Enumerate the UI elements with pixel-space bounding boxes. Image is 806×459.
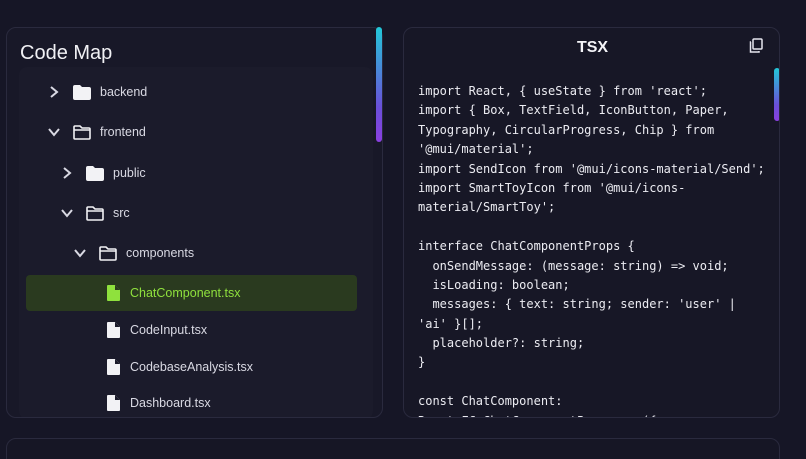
folder-filled-icon — [73, 84, 91, 100]
code-line: import React, { useState } from 'react'; — [418, 84, 707, 98]
code-line: 'ai' }[]; — [418, 316, 484, 331]
tree-item-components[interactable]: components — [73, 235, 194, 271]
tree-item-src[interactable]: src — [60, 195, 130, 231]
folder-filled-icon — [86, 165, 104, 181]
code-line: React.FC<ChatComponentProps> = ({ — [418, 412, 764, 417]
code-line: interface ChatComponentProps { — [418, 239, 635, 254]
copy-button[interactable] — [748, 38, 764, 58]
code-line: import { Box, TextField, IconButton, Pap… — [418, 103, 729, 118]
tree-item-label: CodebaseAnalysis.tsx — [130, 360, 253, 374]
tree-item-label: ChatComponent.tsx — [130, 286, 241, 300]
code-block: import React, { useState } from 'react';… — [418, 82, 765, 417]
chevron-right-icon[interactable] — [47, 85, 61, 99]
code-line: isLoading: boolean; — [418, 277, 570, 292]
tree-item-backend[interactable]: backend — [47, 74, 147, 110]
tree-item-label: src — [113, 206, 130, 220]
copy-icon[interactable] — [749, 38, 763, 58]
tree-item-label: backend — [100, 85, 148, 99]
code-line: placeholder?: string; — [418, 336, 585, 351]
code-line: '@mui/material'; — [418, 142, 534, 157]
code-language-title: TSX — [576, 39, 609, 56]
tree-item-label: CodeInput.tsx — [130, 323, 208, 337]
code-map-title: Code Map — [20, 42, 113, 64]
tree-item-label: Dashboard.tsx — [130, 396, 211, 410]
file-icon — [106, 285, 120, 301]
file-icon — [106, 322, 120, 338]
bottom-panel — [6, 438, 780, 459]
tree-item-label: public — [113, 166, 146, 180]
code-line: onSendMessage: (message: string) => void… — [418, 258, 729, 273]
code-line: messages: { text: string; sender: 'user'… — [418, 297, 736, 312]
tree-item-codeinput[interactable]: CodeInput.tsx — [106, 312, 207, 348]
chevron-down-icon[interactable] — [73, 246, 87, 260]
code-view-panel: TSX import React, { useState } from 'rea… — [403, 27, 780, 418]
code-line: const ChatComponent: — [418, 394, 563, 409]
chevron-down-icon[interactable] — [60, 206, 74, 220]
tree-item-frontend[interactable]: frontend — [47, 114, 146, 150]
tree-item-dashboard[interactable]: Dashboard.tsx — [106, 385, 211, 417]
tree-item-public[interactable]: public — [60, 155, 146, 191]
tree-item-codebaseanalysis[interactable]: CodebaseAnalysis.tsx — [106, 349, 253, 385]
code-line: Typography, CircularProgress, Chip } fro… — [418, 122, 715, 137]
file-tree[interactable]: backend frontend public src components C… — [19, 67, 373, 417]
code-map-scrollbar[interactable] — [376, 27, 382, 142]
tree-item-label: components — [126, 246, 195, 260]
code-scrollbar[interactable] — [774, 68, 779, 121]
code-line: material/SmartToy'; — [418, 200, 556, 215]
folder-open-icon — [73, 124, 91, 140]
code-line: } — [418, 355, 426, 370]
folder-open-icon — [99, 245, 117, 261]
tree-item-label: frontend — [100, 125, 146, 139]
code-line: import SendIcon from '@mui/icons-materia… — [418, 161, 765, 176]
code-line: import SmartToyIcon from '@mui/icons- — [418, 180, 686, 195]
tree-item-chatcomponent[interactable]: ChatComponent.tsx — [26, 275, 357, 311]
file-icon — [106, 395, 120, 411]
chevron-right-icon[interactable] — [60, 166, 74, 180]
folder-open-icon — [86, 205, 104, 221]
chevron-down-icon[interactable] — [47, 125, 61, 139]
code-map-panel: Code Map backend frontend public src com… — [6, 27, 383, 418]
file-icon — [106, 359, 120, 375]
